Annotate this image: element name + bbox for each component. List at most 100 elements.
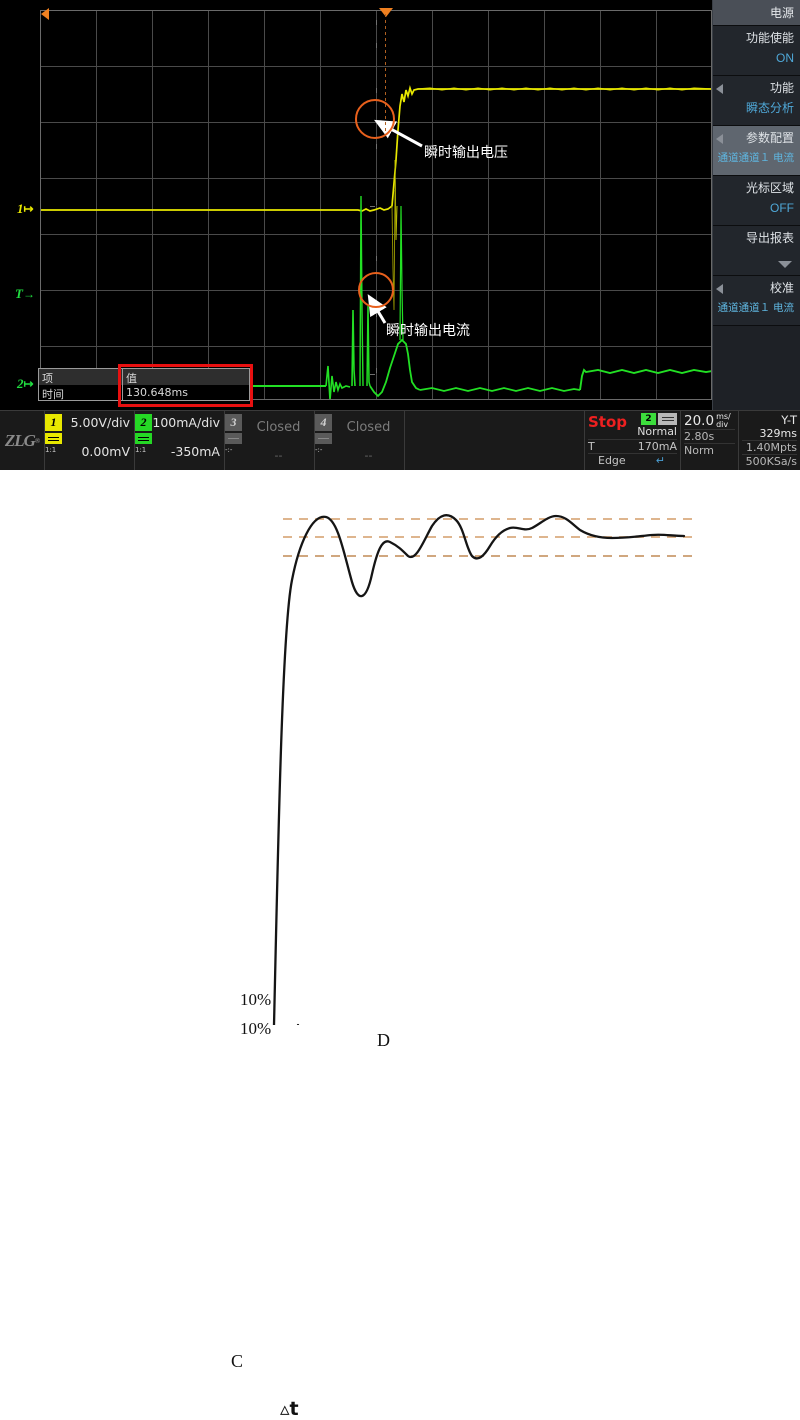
waveform-grid[interactable] bbox=[40, 10, 712, 400]
trigger-position-marker-icon[interactable] bbox=[379, 8, 393, 17]
brand-logo: ZLG ® bbox=[0, 411, 44, 470]
menu-title: 电源 bbox=[713, 0, 800, 26]
trigger-type-row: Edge ↵ bbox=[588, 453, 677, 467]
menu-item-function-enable[interactable]: 功能使能 ON bbox=[713, 26, 800, 76]
ch4-coupling-icon[interactable] bbox=[315, 433, 332, 444]
status-bar-spacer bbox=[404, 411, 584, 470]
chevron-down-icon[interactable] bbox=[778, 261, 792, 268]
timebase-value: 20.0 bbox=[684, 413, 715, 429]
ch1-offset-marker[interactable]: 1↦ bbox=[17, 201, 34, 217]
ch2-badge-column: 2 1:1 bbox=[135, 411, 152, 470]
menu-item-calibration[interactable]: 校准 通道通道１ 电流 bbox=[713, 276, 800, 326]
display-mode: Y-T bbox=[781, 413, 797, 427]
menu-item-label: 光标区域 bbox=[745, 181, 794, 195]
acquisition-mode: Norm bbox=[684, 443, 735, 457]
menu-item-label: 参数配置 bbox=[745, 131, 794, 145]
timebase-delay: 2.80s bbox=[684, 429, 735, 443]
status-channel-1[interactable]: 1 1:1 5.00V/div 0.00mV bbox=[44, 411, 134, 470]
trigger-level-row: T 170mA bbox=[588, 439, 677, 453]
ch3-state: Closed bbox=[256, 420, 301, 435]
menu-item-label: 导出报表 bbox=[745, 231, 794, 245]
ch4-values: Closed -- bbox=[337, 411, 404, 470]
measurement-table[interactable]: 项 值 时间 130.648ms bbox=[38, 368, 250, 401]
ch4-badge-column: 4 -:- bbox=[315, 411, 337, 470]
trigger-level-value: 170mA bbox=[637, 440, 677, 453]
ch3-coupling-icon[interactable] bbox=[225, 433, 242, 444]
ch1-vertical-scale: 5.00V/div bbox=[70, 415, 130, 430]
chevron-left-icon[interactable] bbox=[716, 284, 723, 294]
memory-depth: 1.40Mpts bbox=[742, 440, 797, 454]
trigger-level-label: T bbox=[588, 440, 595, 453]
measurement-col-value-header: 值 bbox=[126, 372, 137, 385]
ch2-probe-ratio: 1:1 bbox=[135, 446, 147, 454]
diagram-graphics bbox=[272, 514, 692, 1025]
trigger-sweep-mode: Normal bbox=[637, 425, 677, 438]
percent-label-upper: 10% bbox=[240, 990, 272, 1009]
ch1-number-badge[interactable]: 1 bbox=[45, 414, 62, 431]
menu-item-value: ON bbox=[776, 51, 794, 65]
chevron-left-icon[interactable] bbox=[716, 84, 723, 94]
annotation-arrows bbox=[367, 119, 423, 324]
delta-t-label: ▵t bbox=[280, 1398, 299, 1420]
trigger-marker-arrow-icon: → bbox=[22, 287, 35, 301]
point-d-label: D bbox=[377, 1030, 390, 1050]
percent-label-lower: 10% bbox=[240, 1019, 272, 1038]
status-channel-4[interactable]: 4 -:- Closed -- bbox=[314, 411, 404, 470]
ch3-probe-ratio: -:- bbox=[225, 446, 233, 454]
trigger-status-group[interactable]: Stop 2 Normal T 170mA Edge ↵ bbox=[584, 411, 680, 470]
ch1-badge-column: 1 1:1 bbox=[45, 411, 67, 470]
ch1-marker-arrow-icon: ↦ bbox=[23, 202, 34, 216]
menu-item-cursor-area[interactable]: 光标区域 OFF bbox=[713, 176, 800, 226]
trigger-state-row: Stop 2 Normal bbox=[588, 413, 677, 439]
menu-item-value: 通道通道１ 电流 bbox=[717, 302, 794, 314]
trigger-marker-label: T bbox=[15, 286, 23, 301]
transient-analysis-diagram: 10% 10% D C ▵t bbox=[0, 470, 800, 1420]
menu-item-export-report[interactable]: 导出报表 bbox=[713, 226, 800, 276]
ch3-number-badge[interactable]: 3 bbox=[225, 414, 242, 431]
current-annotation-label: 瞬时输出电流 bbox=[386, 323, 470, 339]
menu-item-function[interactable]: 功能 瞬态分析 bbox=[713, 76, 800, 126]
chevron-left-icon[interactable] bbox=[716, 134, 723, 144]
ch4-probe-ratio: -:- bbox=[315, 446, 323, 454]
ch4-offset: -- bbox=[364, 449, 373, 462]
ch2-coupling-icon[interactable] bbox=[135, 433, 152, 444]
measurement-item-name: 时间 bbox=[39, 384, 123, 401]
status-channel-2[interactable]: 2 1:1 100mA/div -350mA bbox=[134, 411, 224, 470]
ch1-offset: 0.00mV bbox=[81, 444, 130, 459]
status-channel-3[interactable]: 3 -:- Closed -- bbox=[224, 411, 314, 470]
ch4-number-badge[interactable]: 4 bbox=[315, 414, 332, 431]
voltage-ringing-trace bbox=[272, 514, 686, 1025]
display-window: 329ms bbox=[759, 427, 797, 440]
ch3-values: Closed -- bbox=[247, 411, 314, 470]
ch2-vertical-scale: 100mA/div bbox=[152, 415, 220, 430]
measurement-item-value: 130.648ms bbox=[126, 385, 188, 399]
status-bar: ZLG ® 1 1:1 5.00V/div 0.00mV 2 1:1 100mA… bbox=[0, 410, 800, 470]
ch2-values: 100mA/div -350mA bbox=[152, 411, 224, 470]
logo-registered-icon: ® bbox=[34, 436, 40, 445]
timebase-row: 20.0 ms/ div bbox=[684, 413, 735, 430]
display-mode-group[interactable]: Y-T 329ms 1.40Mpts 500KSa/s bbox=[738, 411, 800, 470]
measurement-table-row[interactable]: 时间 130.648ms bbox=[39, 384, 249, 401]
ch2-offset-marker[interactable]: 2↦ bbox=[17, 376, 34, 392]
ch2-number-badge[interactable]: 2 bbox=[135, 414, 152, 431]
ch2-marker-arrow-icon: ↦ bbox=[23, 377, 34, 391]
voltage-annotation-label: 瞬时输出电压 bbox=[424, 145, 508, 161]
acquisition-state[interactable]: Stop bbox=[588, 413, 627, 431]
menu-item-parameter-config[interactable]: 参数配置 通道通道１ 电流 bbox=[713, 126, 800, 176]
menu-item-label: 校准 bbox=[769, 281, 794, 295]
falling-edge-arrow-icon: ↵ bbox=[655, 454, 665, 467]
ch1-coupling-icon[interactable] bbox=[45, 433, 62, 444]
menu-item-value: OFF bbox=[770, 201, 794, 215]
trigger-source-badge: 2 bbox=[641, 413, 656, 425]
timebase-group[interactable]: 20.0 ms/ div 2.80s Norm bbox=[680, 411, 738, 470]
trigger-level-marker[interactable]: T→ bbox=[15, 286, 35, 302]
timebase-unit: ms/ div bbox=[716, 413, 731, 429]
ch4-state: Closed bbox=[346, 420, 391, 435]
voltage-highlight-circle bbox=[355, 99, 395, 139]
point-c-label: C bbox=[231, 1351, 244, 1371]
sample-rate: 500KSa/s bbox=[742, 454, 797, 468]
menu-item-value: 瞬态分析 bbox=[745, 101, 794, 115]
channel-offset-marker-icon[interactable] bbox=[41, 8, 49, 20]
menu-item-label: 功能使能 bbox=[745, 31, 794, 45]
timebase-unit-bottom: div bbox=[716, 420, 729, 429]
